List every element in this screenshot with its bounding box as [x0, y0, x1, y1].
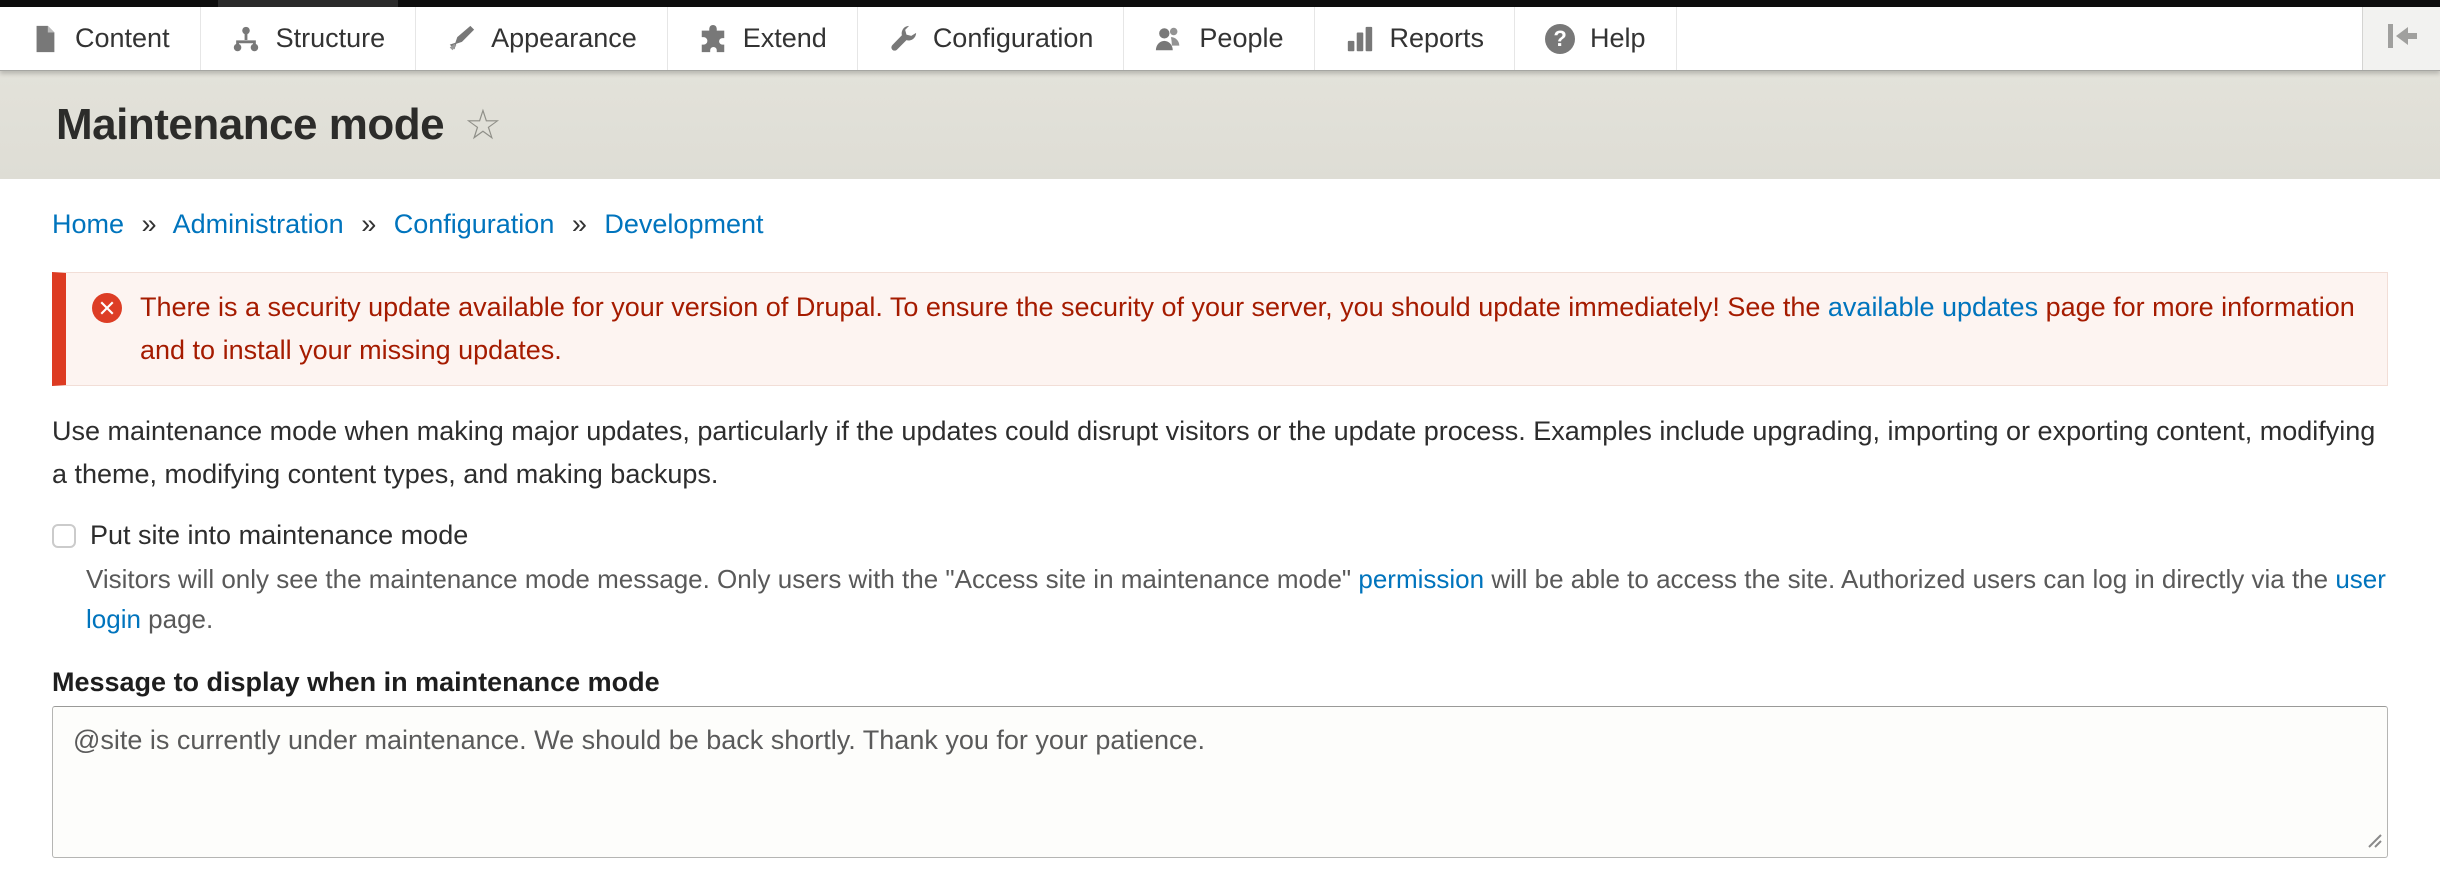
- favorite-star-icon[interactable]: ☆: [464, 104, 502, 146]
- help-icon: ?: [1545, 24, 1575, 54]
- error-icon: [92, 293, 122, 323]
- error-text-before: There is a security update available for…: [140, 292, 1828, 322]
- people-icon: [1154, 24, 1184, 54]
- toolbar-item-label: Configuration: [933, 23, 1094, 54]
- message-field-label: Message to display when in maintenance m…: [52, 667, 2388, 698]
- toolbar-item-configuration[interactable]: Configuration: [858, 7, 1125, 70]
- description-text: Visitors will only see the maintenance m…: [86, 564, 1358, 594]
- toolbar-item-help[interactable]: ? Help: [1515, 7, 1677, 70]
- content-icon: [30, 24, 60, 54]
- intro-paragraph: Use maintenance mode when making major u…: [52, 410, 2388, 496]
- collapse-toolbar-icon: [2384, 21, 2420, 56]
- page-header: Maintenance mode ☆: [0, 71, 2440, 179]
- toolbar-item-label: Extend: [743, 23, 827, 54]
- toolbar-item-label: Structure: [276, 23, 386, 54]
- message-textarea-wrap: @site is currently under maintenance. We…: [52, 706, 2388, 863]
- reports-icon: [1345, 24, 1375, 54]
- maintenance-message-textarea[interactable]: @site is currently under maintenance. We…: [52, 706, 2388, 858]
- toolbar-item-structure[interactable]: Structure: [201, 7, 417, 70]
- permission-link[interactable]: permission: [1358, 564, 1484, 594]
- available-updates-link[interactable]: available updates: [1828, 292, 2038, 322]
- toolbar-item-label: Help: [1590, 23, 1646, 54]
- error-message-text: There is a security update available for…: [140, 286, 2361, 372]
- breadcrumb-separator: »: [572, 209, 587, 239]
- toolbar-item-people[interactable]: People: [1124, 7, 1314, 70]
- breadcrumb-separator: »: [361, 209, 376, 239]
- toolbar-item-appearance[interactable]: Appearance: [416, 7, 668, 70]
- admin-top-strip: [0, 0, 2440, 7]
- toolbar-item-label: Reports: [1390, 23, 1485, 54]
- maintenance-mode-row: Put site into maintenance mode: [52, 520, 2388, 551]
- breadcrumb-link-home[interactable]: Home: [52, 209, 124, 239]
- breadcrumb-link-configuration[interactable]: Configuration: [394, 209, 555, 239]
- maintenance-mode-label[interactable]: Put site into maintenance mode: [90, 520, 468, 551]
- admin-toolbar: Content Structure Appearance Extend Conf…: [0, 7, 2440, 71]
- breadcrumb: Home » Administration » Configuration » …: [52, 209, 2388, 240]
- toolbar-item-extend[interactable]: Extend: [668, 7, 858, 70]
- breadcrumb-separator: »: [142, 209, 157, 239]
- collapse-toolbar-button[interactable]: [2362, 7, 2440, 70]
- main-content: Home » Administration » Configuration » …: [0, 209, 2440, 876]
- toolbar-item-label: People: [1199, 23, 1283, 54]
- toolbar-item-content[interactable]: Content: [0, 7, 201, 70]
- structure-icon: [231, 24, 261, 54]
- toolbar-item-label: Appearance: [491, 23, 637, 54]
- description-text: page.: [141, 604, 213, 634]
- extend-icon: [698, 24, 728, 54]
- admin-top-strip-active-segment: [218, 0, 398, 7]
- error-message-box: There is a security update available for…: [52, 272, 2388, 386]
- description-text: will be able to access the site. Authori…: [1484, 564, 2335, 594]
- appearance-icon: [446, 24, 476, 54]
- maintenance-mode-checkbox[interactable]: [52, 524, 76, 548]
- configuration-icon: [888, 24, 918, 54]
- toolbar-item-label: Content: [75, 23, 170, 54]
- maintenance-mode-description: Visitors will only see the maintenance m…: [52, 559, 2388, 639]
- toolbar-item-reports[interactable]: Reports: [1315, 7, 1516, 70]
- breadcrumb-link-development[interactable]: Development: [604, 209, 763, 239]
- breadcrumb-link-administration[interactable]: Administration: [173, 209, 344, 239]
- page-title: Maintenance mode: [56, 100, 444, 150]
